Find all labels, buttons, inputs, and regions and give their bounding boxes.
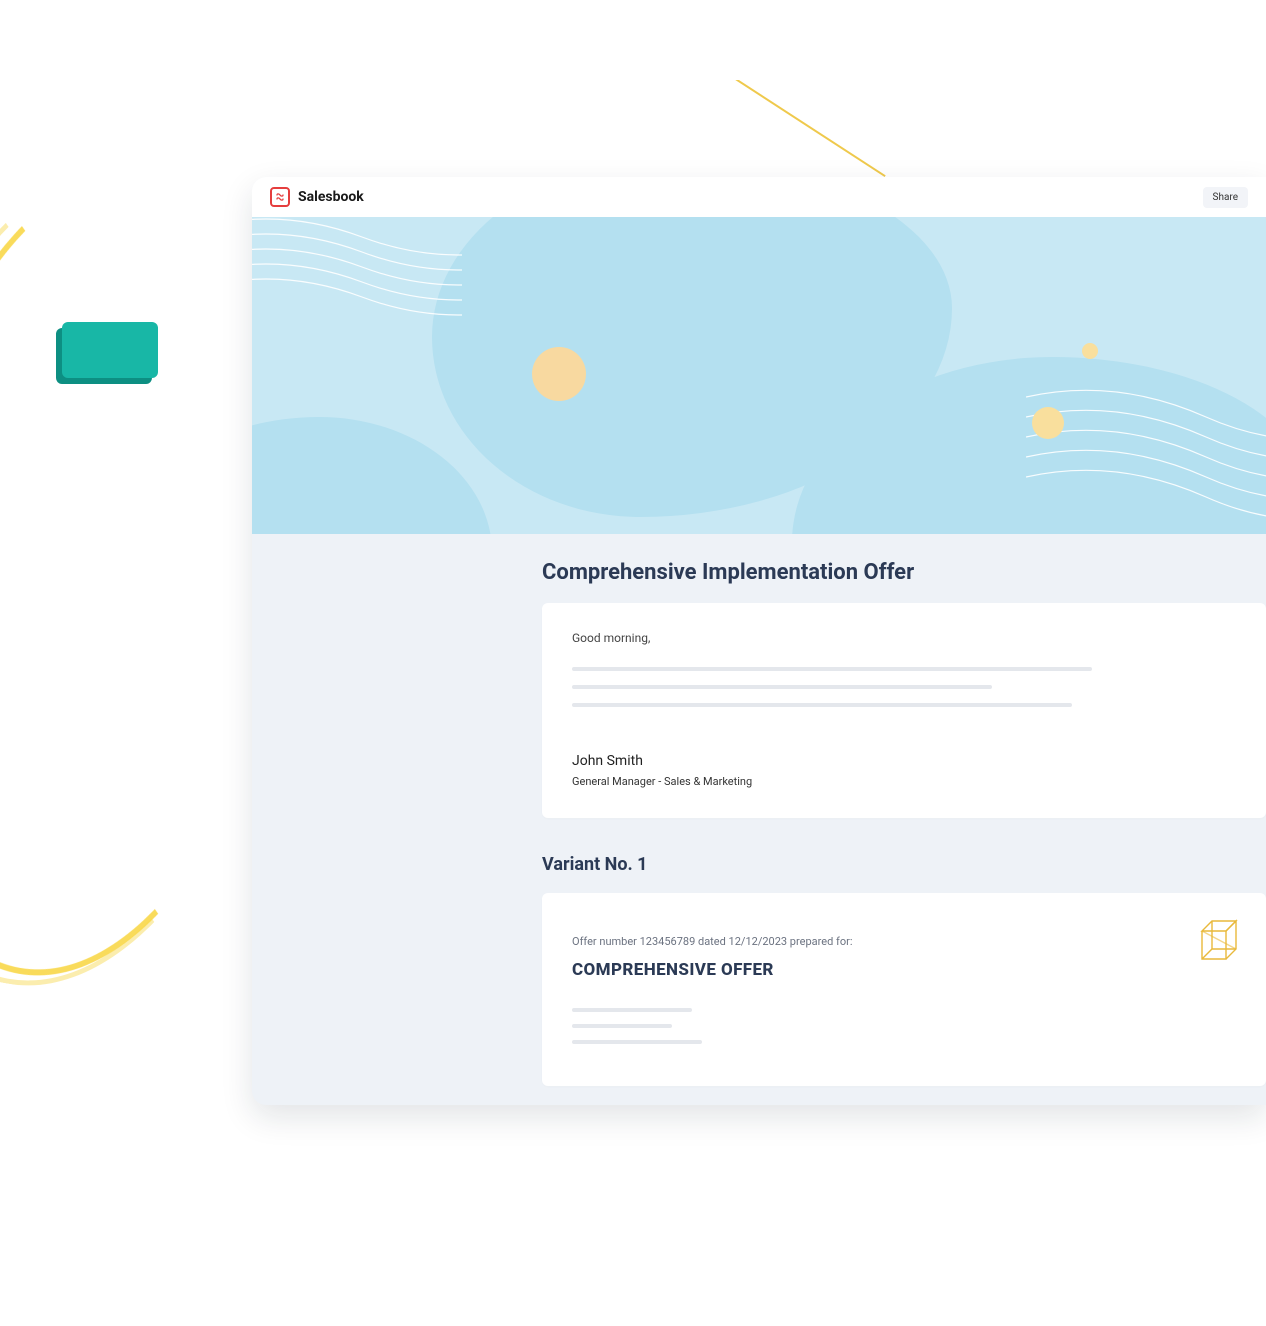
placeholder-line — [572, 1024, 672, 1028]
salesbook-logo-icon — [270, 187, 290, 207]
cube-icon — [1192, 915, 1246, 969]
variant-heading: Variant No. 1 — [542, 854, 1266, 893]
decorative-circle — [1082, 343, 1098, 359]
signer-title: General Manager - Sales & Marketing — [572, 775, 1236, 788]
offer-name: COMPREHENSIVE OFFER — [572, 960, 1236, 980]
decorative-waves-icon — [252, 217, 462, 347]
variant-card: Offer number 123456789 dated 12/12/2023 … — [542, 893, 1266, 1086]
decorative-waves-icon — [1026, 377, 1266, 534]
titlebar: Salesbook Share — [252, 177, 1266, 217]
decorative-circle — [1032, 407, 1064, 439]
placeholder-line — [572, 1040, 702, 1044]
placeholder-line — [572, 703, 1072, 707]
signer-name: John Smith — [572, 753, 1236, 769]
share-button[interactable]: Share — [1203, 187, 1248, 208]
brand-logo: Salesbook — [270, 187, 364, 207]
app-window: Salesbook Share Comprehensive Implementa… — [252, 177, 1266, 1105]
placeholder-line — [572, 685, 992, 689]
offer-meta: Offer number 123456789 dated 12/12/2023 … — [572, 935, 1236, 948]
intro-card: Good morning, John Smith General Manager… — [542, 603, 1266, 818]
brand-name: Salesbook — [298, 189, 364, 205]
decorative-callout — [560, 0, 1180, 80]
hero-banner — [252, 217, 1266, 534]
decorative-circle — [532, 347, 586, 401]
main-content: Comprehensive Implementation Offer Good … — [252, 534, 1266, 1086]
page-title: Comprehensive Implementation Offer — [542, 534, 1266, 603]
placeholder-line — [572, 1008, 692, 1012]
decorative-badge — [62, 322, 158, 378]
placeholder-line — [572, 667, 1092, 671]
greeting: Good morning, — [572, 631, 1236, 645]
